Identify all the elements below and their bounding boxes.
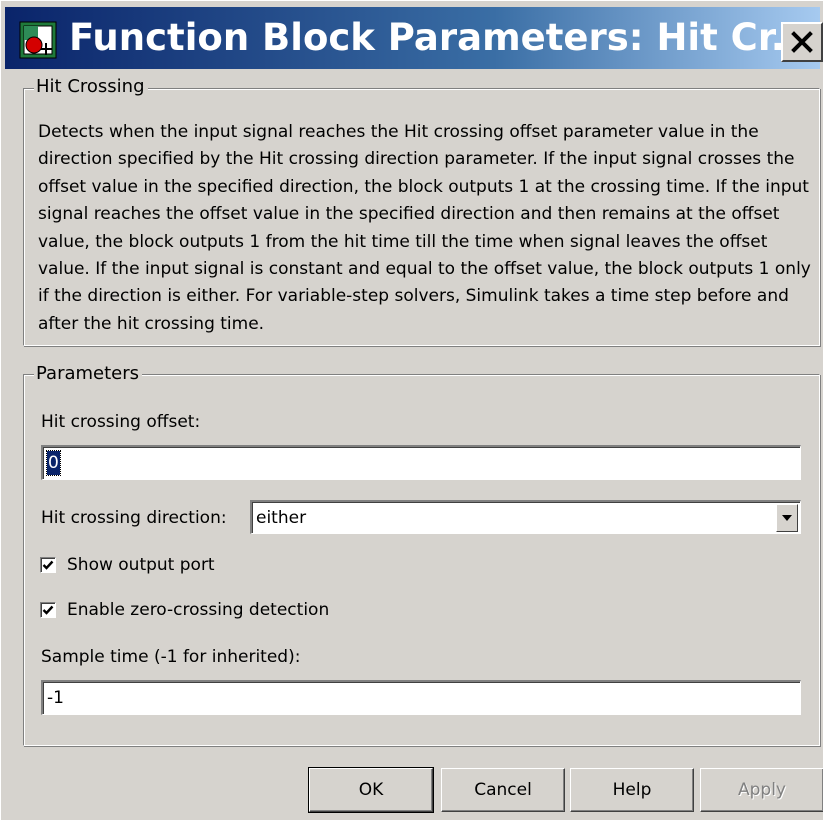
sample-time-label: Sample time (-1 for inherited): <box>41 647 301 667</box>
chevron-down-icon <box>782 515 792 521</box>
ok-button[interactable]: OK <box>308 767 434 813</box>
block-group-title: Hit Crossing <box>34 76 148 98</box>
close-icon <box>791 31 813 53</box>
parameters-group-title: Parameters <box>34 363 143 385</box>
hit-crossing-direction-label: Hit crossing direction: <box>41 508 227 528</box>
dialog-window: Function Block Parameters: Hit Cr... Hit… <box>0 0 823 820</box>
show-output-port-label: Show output port <box>67 555 215 575</box>
window-title: Function Block Parameters: Hit Cr... <box>69 16 813 59</box>
hit-crossing-offset-value: 0 <box>46 450 61 476</box>
block-description: Detects when the input signal reaches th… <box>38 122 811 334</box>
hit-crossing-direction-select[interactable]: either <box>250 500 801 534</box>
check-icon <box>42 605 54 615</box>
sample-time-field[interactable]: -1 <box>41 680 801 715</box>
cancel-button[interactable]: Cancel <box>441 768 565 812</box>
zero-crossing-checkbox[interactable] <box>40 602 56 618</box>
hit-crossing-direction-value: either <box>256 508 307 528</box>
check-icon <box>42 560 54 570</box>
close-button[interactable] <box>781 22 823 62</box>
dropdown-arrow-button[interactable] <box>776 504 798 532</box>
apply-button[interactable]: Apply <box>700 768 823 812</box>
hit-crossing-offset-label: Hit crossing offset: <box>41 412 201 432</box>
zero-crossing-label: Enable zero-crossing detection <box>67 600 330 620</box>
simulink-block-icon <box>19 21 57 59</box>
help-button[interactable]: Help <box>570 768 694 812</box>
show-output-port-option[interactable]: Show output port <box>40 554 215 576</box>
zero-crossing-option[interactable]: Enable zero-crossing detection <box>40 599 329 621</box>
hit-crossing-offset-field[interactable]: 0 <box>41 445 801 480</box>
title-bar[interactable]: Function Block Parameters: Hit Cr... <box>5 7 823 69</box>
show-output-port-checkbox[interactable] <box>40 557 56 573</box>
sample-time-value: -1 <box>47 688 64 708</box>
